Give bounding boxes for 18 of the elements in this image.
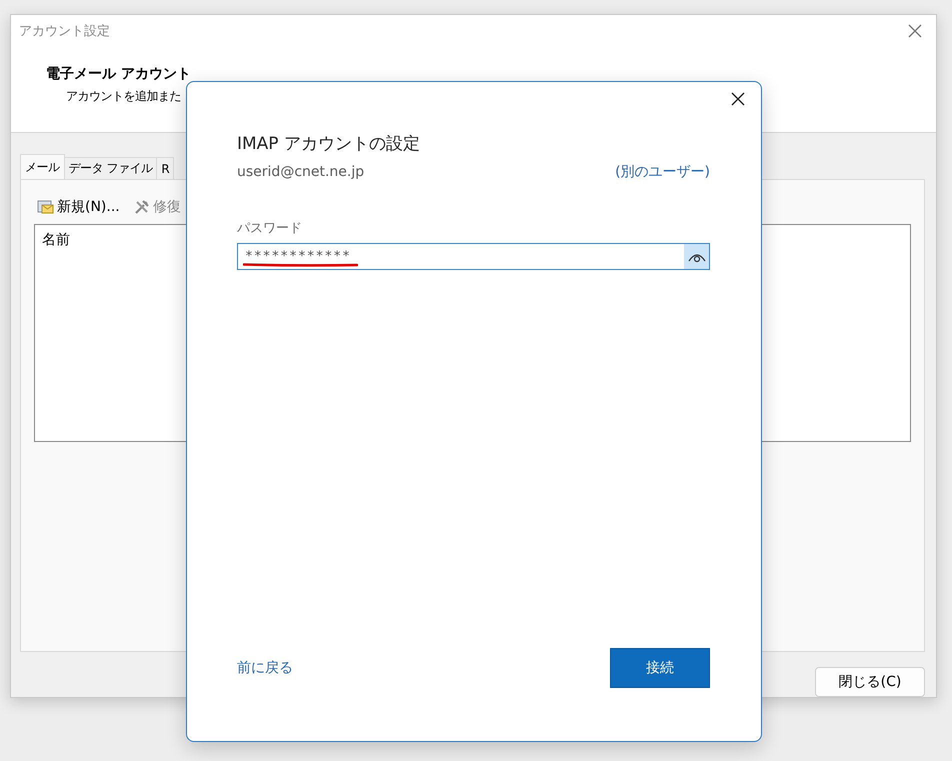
tab[interactable]: R — [156, 157, 174, 179]
close-icon — [731, 92, 745, 106]
other-user-link[interactable]: (別のユーザー) — [615, 163, 710, 181]
dialog-title: IMAP アカウントの設定 — [237, 133, 421, 155]
close-icon — [908, 24, 922, 38]
section-heading: 電子メール アカウント — [46, 64, 192, 83]
email-address: userid@cnet.ne.jp — [237, 164, 364, 180]
tools-icon — [134, 199, 150, 215]
column-header: 名前 — [41, 231, 71, 250]
toolbar-button[interactable]: 新規(N)... — [34, 198, 122, 216]
back-link[interactable]: 前に戻る — [237, 659, 293, 677]
tab[interactable]: メール — [20, 154, 64, 179]
connect-button[interactable]: 接続 — [610, 648, 710, 688]
window-title: アカウント設定 — [19, 23, 110, 40]
password-label: パスワード — [237, 220, 303, 237]
section-description: アカウントを追加また — [66, 88, 181, 105]
envelope-icon — [36, 199, 54, 215]
close-window-button[interactable]: 閉じる(C) — [815, 667, 925, 697]
